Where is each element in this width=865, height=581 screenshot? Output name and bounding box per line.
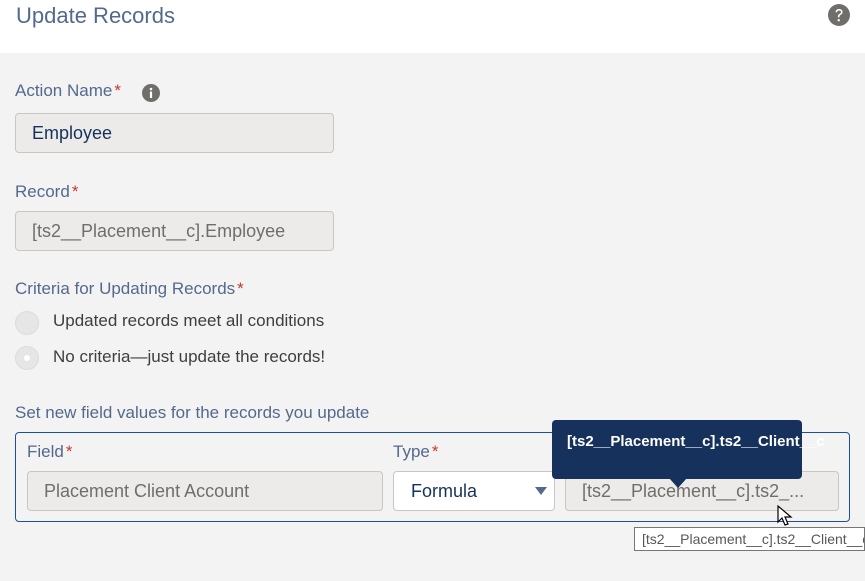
record-label: Record * bbox=[15, 182, 78, 202]
field-column-label-text: Field bbox=[27, 442, 64, 461]
chevron-down-icon bbox=[535, 487, 547, 495]
value-tooltip: [ts2__Placement__c].ts2__Client__c bbox=[552, 420, 825, 479]
criteria-label: Criteria for Updating Records * bbox=[15, 279, 244, 299]
modal-header: Update Records bbox=[0, 0, 865, 53]
type-select[interactable]: Formula bbox=[393, 471, 555, 511]
radio-no-criteria[interactable] bbox=[15, 346, 39, 370]
page-title: Update Records bbox=[16, 3, 175, 28]
help-icon[interactable] bbox=[828, 4, 850, 26]
radio-no-criteria-label[interactable]: No criteria—just update the records! bbox=[53, 347, 325, 367]
radio-all-conditions-label[interactable]: Updated records meet all conditions bbox=[53, 311, 324, 331]
record-label-text: Record bbox=[15, 182, 70, 201]
required-marker: * bbox=[237, 279, 244, 298]
required-marker: * bbox=[114, 81, 121, 100]
radio-all-conditions[interactable] bbox=[15, 311, 39, 335]
field-values-label: Set new field values for the records you… bbox=[15, 403, 370, 422]
required-marker: * bbox=[65, 442, 73, 461]
native-tooltip: [ts2__Placement__c].ts2__Client__c bbox=[634, 527, 865, 551]
action-name-label-text: Action Name bbox=[15, 81, 113, 100]
action-name-label: Action Name * bbox=[15, 81, 121, 101]
info-icon[interactable] bbox=[142, 84, 160, 102]
tooltip-arrow bbox=[669, 478, 687, 488]
required-marker: * bbox=[71, 182, 79, 201]
field-column-label: Field * bbox=[27, 442, 72, 462]
criteria-label-text: Criteria for Updating Records bbox=[15, 279, 236, 298]
type-column-label: Type * bbox=[393, 442, 438, 462]
type-select-value: Formula bbox=[411, 481, 478, 501]
mouse-cursor-icon bbox=[777, 505, 793, 526]
action-name-input[interactable]: Employee bbox=[15, 113, 334, 153]
field-input[interactable]: Placement Client Account bbox=[27, 471, 383, 511]
type-column-label-text: Type bbox=[393, 442, 430, 461]
required-marker: * bbox=[431, 442, 439, 461]
record-input[interactable]: [ts2__Placement__c].Employee bbox=[15, 211, 334, 251]
